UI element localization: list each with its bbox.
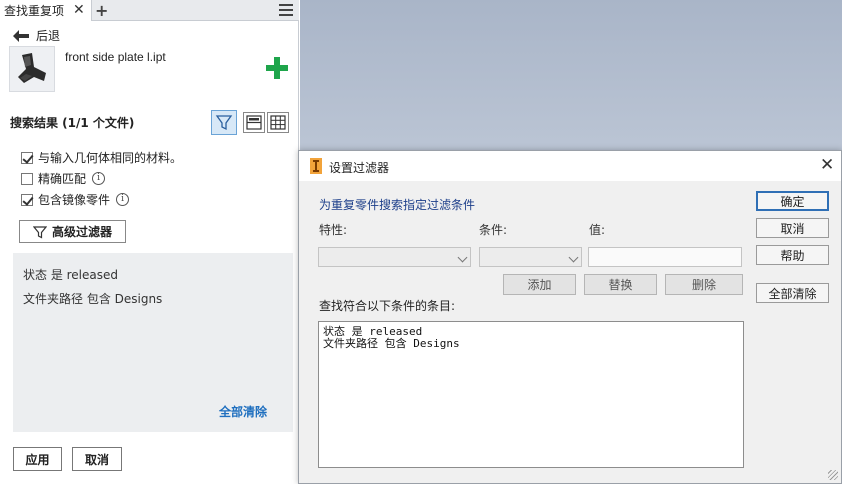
grid-view-icon xyxy=(270,115,286,130)
advanced-filter-label: 高级过滤器 xyxy=(51,225,112,239)
checkbox-exact-match[interactable]: 精确匹配 i xyxy=(21,170,106,187)
condition-dropdown[interactable] xyxy=(479,247,582,267)
part-filename: front side plate l.ipt xyxy=(65,50,166,64)
duplicate-finder-panel: 查找重复项 ✕ + 后退 front side plate l.ipt 搜索结果… xyxy=(0,0,299,484)
checkbox-label: 精确匹配 xyxy=(38,172,87,186)
checkbox-include-mirror[interactable]: 包含镜像零件 i xyxy=(21,191,130,208)
condition-label: 条件: xyxy=(479,223,508,237)
close-icon[interactable]: ✕ xyxy=(73,2,85,18)
inventor-logo-icon xyxy=(310,158,322,174)
property-label: 特性: xyxy=(319,223,348,237)
checkbox[interactable] xyxy=(21,172,33,185)
advanced-filter-button[interactable]: 高级过滤器 xyxy=(19,220,126,243)
list-view-button[interactable] xyxy=(243,112,265,133)
list-view-icon xyxy=(246,115,262,130)
dialog-titlebar[interactable]: 设置过滤器 ✕ xyxy=(299,151,841,181)
apply-button[interactable]: 应用 xyxy=(13,447,62,471)
resize-grip-icon[interactable] xyxy=(828,470,838,480)
tab-find-duplicates[interactable]: 查找重复项 ✕ xyxy=(0,0,92,21)
ok-button[interactable]: 确定 xyxy=(756,191,829,211)
close-icon[interactable]: ✕ xyxy=(820,155,834,175)
back-label: 后退 xyxy=(36,29,61,43)
tab-label: 查找重复项 xyxy=(4,4,65,18)
dialog-title: 设置过滤器 xyxy=(329,161,390,175)
delete-button[interactable]: 删除 xyxy=(665,274,743,295)
search-results-label: 搜索结果 (1/1 个文件) xyxy=(10,116,135,130)
dialog-heading: 为重复零件搜索指定过滤条件 xyxy=(319,198,476,212)
active-filters-list: 状态 是 released 文件夹路径 包含 Designs 全部清除 xyxy=(13,253,293,432)
info-icon[interactable]: i xyxy=(116,193,130,206)
cancel-button[interactable]: 取消 xyxy=(72,447,122,471)
checkbox[interactable] xyxy=(21,193,33,206)
dialog-clear-all-button[interactable]: 全部清除 xyxy=(756,283,829,303)
add-tab-icon[interactable]: + xyxy=(95,0,108,21)
arrow-left-icon xyxy=(13,29,29,42)
filter-item: 文件夹路径 包含 Designs xyxy=(23,292,163,306)
value-label: 值: xyxy=(589,223,606,237)
checkbox-same-material[interactable]: 与输入几何体相同的材料。 xyxy=(21,149,182,166)
help-button[interactable]: 帮助 xyxy=(756,245,829,265)
add-button[interactable]: 添加 xyxy=(503,274,576,295)
checkbox-label: 与输入几何体相同的材料。 xyxy=(38,151,183,165)
checkbox-label: 包含镜像零件 xyxy=(38,193,111,207)
chevron-down-icon xyxy=(457,252,468,263)
property-dropdown[interactable] xyxy=(318,247,471,267)
clear-all-link[interactable]: 全部清除 xyxy=(219,403,267,420)
criteria-list-label: 查找符合以下条件的条目: xyxy=(319,299,456,313)
set-filter-dialog: 设置过滤器 ✕ 为重复零件搜索指定过滤条件 特性: 条件: 值: 添加 替换 删… xyxy=(298,150,842,484)
criteria-list[interactable]: 状态 是 released 文件夹路径 包含 Designs xyxy=(318,321,744,468)
back-button[interactable]: 后退 xyxy=(12,27,60,44)
list-item[interactable]: 文件夹路径 包含 Designs xyxy=(323,335,460,351)
replace-button[interactable]: 替换 xyxy=(584,274,657,295)
hamburger-menu-icon[interactable] xyxy=(279,4,293,16)
funnel-icon xyxy=(32,225,47,238)
chevron-down-icon xyxy=(568,252,579,263)
panel-tabbar: 查找重复项 ✕ + xyxy=(0,0,299,21)
filter-toggle-button[interactable] xyxy=(211,110,237,135)
part-icon xyxy=(18,53,46,83)
info-icon[interactable]: i xyxy=(92,172,106,185)
part-thumbnail xyxy=(9,46,55,92)
value-input[interactable] xyxy=(588,247,742,267)
funnel-icon xyxy=(215,115,233,131)
add-icon[interactable] xyxy=(266,57,288,79)
checkbox[interactable] xyxy=(21,151,33,164)
dialog-cancel-button[interactable]: 取消 xyxy=(756,218,829,238)
grid-view-button[interactable] xyxy=(267,112,289,133)
filter-item: 状态 是 released xyxy=(23,268,119,282)
